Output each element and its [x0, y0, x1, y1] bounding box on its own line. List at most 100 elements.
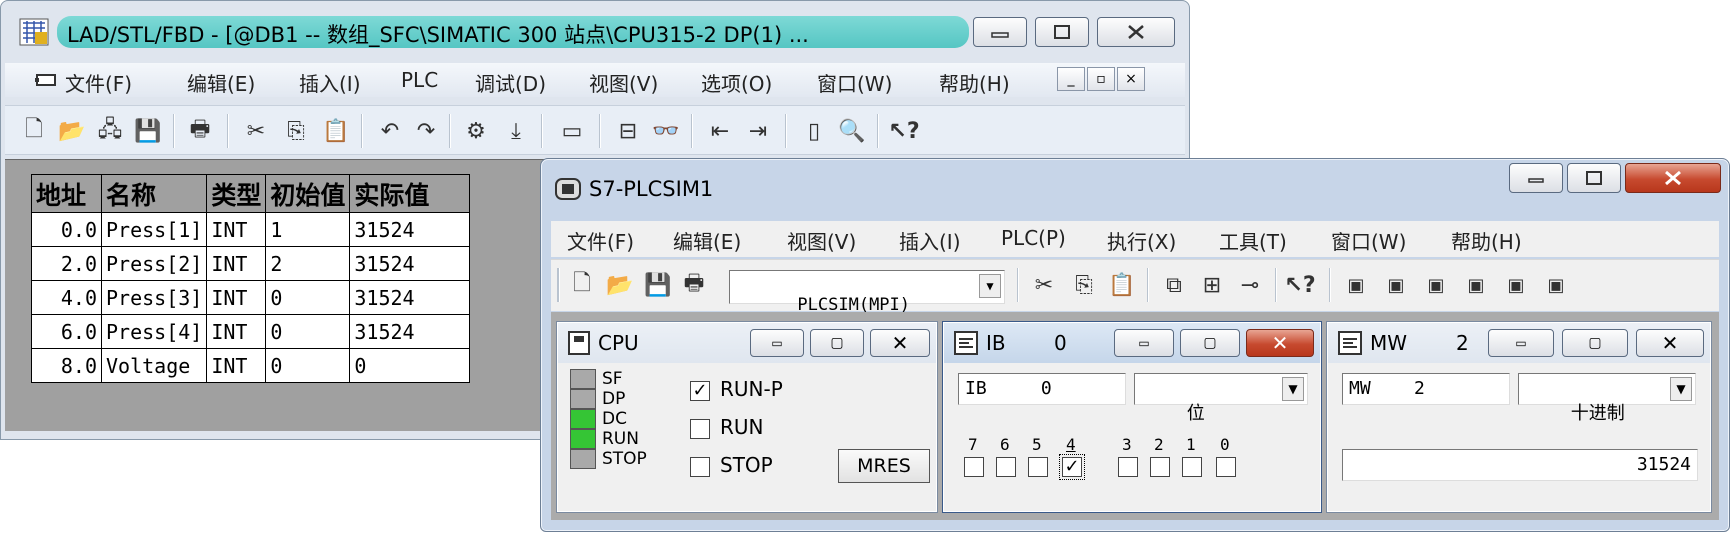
close-button[interactable]: ✕ — [870, 329, 930, 357]
mdi-close-button[interactable]: × — [1117, 67, 1145, 91]
prev-icon[interactable]: ⇤ — [705, 116, 735, 146]
maximize-button[interactable] — [1035, 17, 1089, 47]
table-row[interactable]: 8.0 Voltage INT 0 0 — [31, 348, 471, 383]
help-icon[interactable]: ↖? — [1284, 270, 1315, 300]
table-row[interactable]: 0.0 Press[1] INT 1 31524 — [31, 212, 471, 247]
display-icon[interactable]: ⊟ — [613, 116, 643, 146]
paste-icon[interactable]: 📋 — [1107, 270, 1137, 300]
insert-input-icon[interactable]: ▣ — [1341, 270, 1371, 300]
open-icon[interactable]: 📂 — [57, 116, 87, 146]
menu-execute[interactable]: 执行(X) — [1107, 226, 1176, 255]
open-icon[interactable]: 📂 — [605, 270, 635, 300]
table-row[interactable]: 6.0 Press[4] INT 0 31524 — [31, 314, 471, 349]
paste-icon[interactable]: 📋 — [321, 116, 351, 146]
minimize-button[interactable] — [1509, 163, 1563, 193]
zoom-icon[interactable]: 🔍 — [837, 116, 867, 146]
mw-address-input[interactable]: MW 2 — [1342, 373, 1510, 405]
copy-icon[interactable]: ⎘ — [1069, 270, 1099, 300]
mw-panel-title-bar[interactable]: MW 2 ▭ ▢ ✕ — [1328, 323, 1710, 363]
table-row[interactable]: 2.0 Press[2] INT 2 31524 — [31, 246, 471, 281]
cell-type[interactable]: INT — [206, 314, 267, 349]
pin-icon[interactable]: ⊸ — [1235, 270, 1265, 300]
menu-plc[interactable]: PLC — [401, 68, 438, 92]
minimize-button[interactable] — [973, 17, 1027, 47]
cell-name[interactable]: Press[2] — [100, 246, 208, 281]
mpi-select[interactable]: PLCSIM(MPI) ▼ — [729, 270, 1005, 315]
close-button[interactable]: ✕ — [1246, 329, 1314, 357]
cell-name[interactable]: Voltage — [100, 348, 208, 383]
menu-options[interactable]: 选项(O) — [701, 68, 772, 97]
cell-initial[interactable]: 0 — [265, 280, 351, 315]
compile-icon[interactable]: ⚙ — [461, 116, 491, 146]
bit-4-checkbox[interactable]: ✓ — [1059, 454, 1085, 480]
cell-type[interactable]: INT — [206, 212, 267, 247]
cpu-panel-title-bar[interactable]: CPU ▭ ▢ ✕ — [558, 323, 936, 363]
bit-5-checkbox[interactable] — [1028, 457, 1048, 477]
menu-edit[interactable]: 编辑(E) — [673, 226, 741, 255]
menu-window[interactable]: 窗口(W) — [817, 68, 892, 97]
menu-window[interactable]: 窗口(W) — [1331, 226, 1406, 255]
run-p-checkbox[interactable]: ✓ — [690, 381, 710, 401]
cut-icon[interactable]: ✂ — [241, 116, 271, 146]
cut-icon[interactable]: ✂ — [1029, 270, 1059, 300]
bit-6-checkbox[interactable] — [996, 457, 1016, 477]
table-row[interactable]: 4.0 Press[3] INT 0 31524 — [31, 280, 471, 315]
bit-7-checkbox[interactable] — [964, 457, 984, 477]
redo-icon[interactable]: ↷ — [411, 116, 441, 146]
chevron-down-icon[interactable]: ▼ — [1670, 377, 1692, 401]
run-checkbox[interactable] — [690, 419, 710, 439]
minimize-button[interactable]: ▭ — [750, 329, 804, 357]
mres-button[interactable]: MRES — [838, 449, 930, 483]
copy-icon[interactable]: ⎘ — [281, 116, 311, 146]
download-icon[interactable]: ⤓ — [501, 116, 531, 146]
network-icon[interactable]: 🖧 — [95, 116, 125, 146]
save-icon[interactable]: 💾 — [643, 270, 673, 300]
new-icon[interactable]: 🗋 — [567, 270, 597, 300]
menu-help[interactable]: 帮助(H) — [939, 68, 1010, 97]
print-icon[interactable]: 🖶 — [679, 270, 709, 300]
close-button[interactable] — [1097, 17, 1175, 47]
insert-pi-icon[interactable]: ▣ — [1381, 270, 1411, 300]
menu-debug[interactable]: 调试(D) — [475, 68, 546, 97]
cell-initial[interactable]: 2 — [265, 246, 351, 281]
maximize-button[interactable]: ▢ — [1562, 329, 1628, 357]
ib-address-input[interactable]: IB 0 — [958, 373, 1126, 405]
mw-value-input[interactable]: 31524 — [1342, 449, 1698, 481]
cell-name[interactable]: Press[1] — [100, 212, 208, 247]
minimize-button[interactable]: ▭ — [1114, 329, 1174, 357]
cell-initial[interactable]: 1 — [265, 212, 351, 247]
maximize-button[interactable] — [1567, 163, 1621, 193]
print-icon[interactable]: 🖶 — [185, 116, 215, 146]
glasses-icon[interactable]: 👓 — [651, 116, 681, 146]
stop-checkbox[interactable] — [690, 457, 710, 477]
menu-tools[interactable]: 工具(T) — [1219, 226, 1287, 255]
insert-counter-icon[interactable]: ▣ — [1501, 270, 1531, 300]
bit-1-checkbox[interactable] — [1182, 457, 1202, 477]
chevron-down-icon[interactable]: ▼ — [1282, 377, 1304, 401]
next-icon[interactable]: ⇥ — [743, 116, 773, 146]
ib-format-select[interactable]: 位 ▼ — [1134, 373, 1308, 424]
insert-marker-icon[interactable]: ▣ — [1421, 270, 1451, 300]
chevron-down-icon[interactable]: ▼ — [979, 274, 1001, 298]
cell-initial[interactable]: 0 — [265, 348, 351, 383]
bit-3-checkbox[interactable] — [1118, 457, 1138, 477]
mw-format-select[interactable]: 十进制 ▼ — [1518, 373, 1696, 424]
cell-name[interactable]: Press[4] — [100, 314, 208, 349]
close-button[interactable]: ✕ — [1636, 329, 1704, 357]
menu-file[interactable]: 文件(F) — [65, 68, 132, 97]
bit-0-checkbox[interactable] — [1216, 457, 1236, 477]
window-icon[interactable]: ▯ — [799, 116, 829, 146]
maximize-button[interactable]: ▢ — [810, 329, 864, 357]
insert-timer-icon[interactable]: ▣ — [1461, 270, 1491, 300]
new-icon[interactable]: 🗋 — [19, 116, 49, 146]
cell-type[interactable]: INT — [206, 280, 267, 315]
menu-view[interactable]: 视图(V) — [787, 226, 856, 255]
document-menu-icon[interactable] — [35, 72, 57, 88]
mdi-minimize-button[interactable]: _ — [1057, 67, 1085, 91]
cell-initial[interactable]: 0 — [265, 314, 351, 349]
menu-plc[interactable]: PLC(P) — [1001, 226, 1066, 250]
save-icon[interactable]: 💾 — [133, 116, 163, 146]
tile-icon[interactable]: ⊞ — [1197, 270, 1227, 300]
mdi-restore-button[interactable]: ▫ — [1087, 67, 1115, 91]
monitor-icon[interactable]: ▭ — [557, 116, 587, 146]
